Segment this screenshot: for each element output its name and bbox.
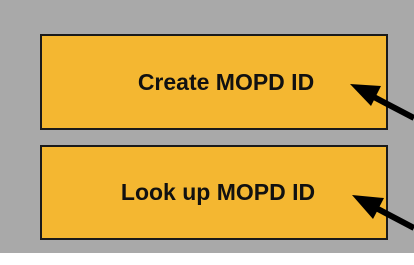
create-mopd-id-label: Create MOPD ID [137,68,315,95]
look-up-mopd-id-button[interactable]: Look up MOPD ID [40,145,388,240]
look-up-mopd-id-label: Look up MOPD ID [120,179,316,205]
button-panel: Create MOPD ID Look up MOPD ID [0,0,414,253]
create-mopd-id-button[interactable]: Create MOPD ID [40,34,388,130]
